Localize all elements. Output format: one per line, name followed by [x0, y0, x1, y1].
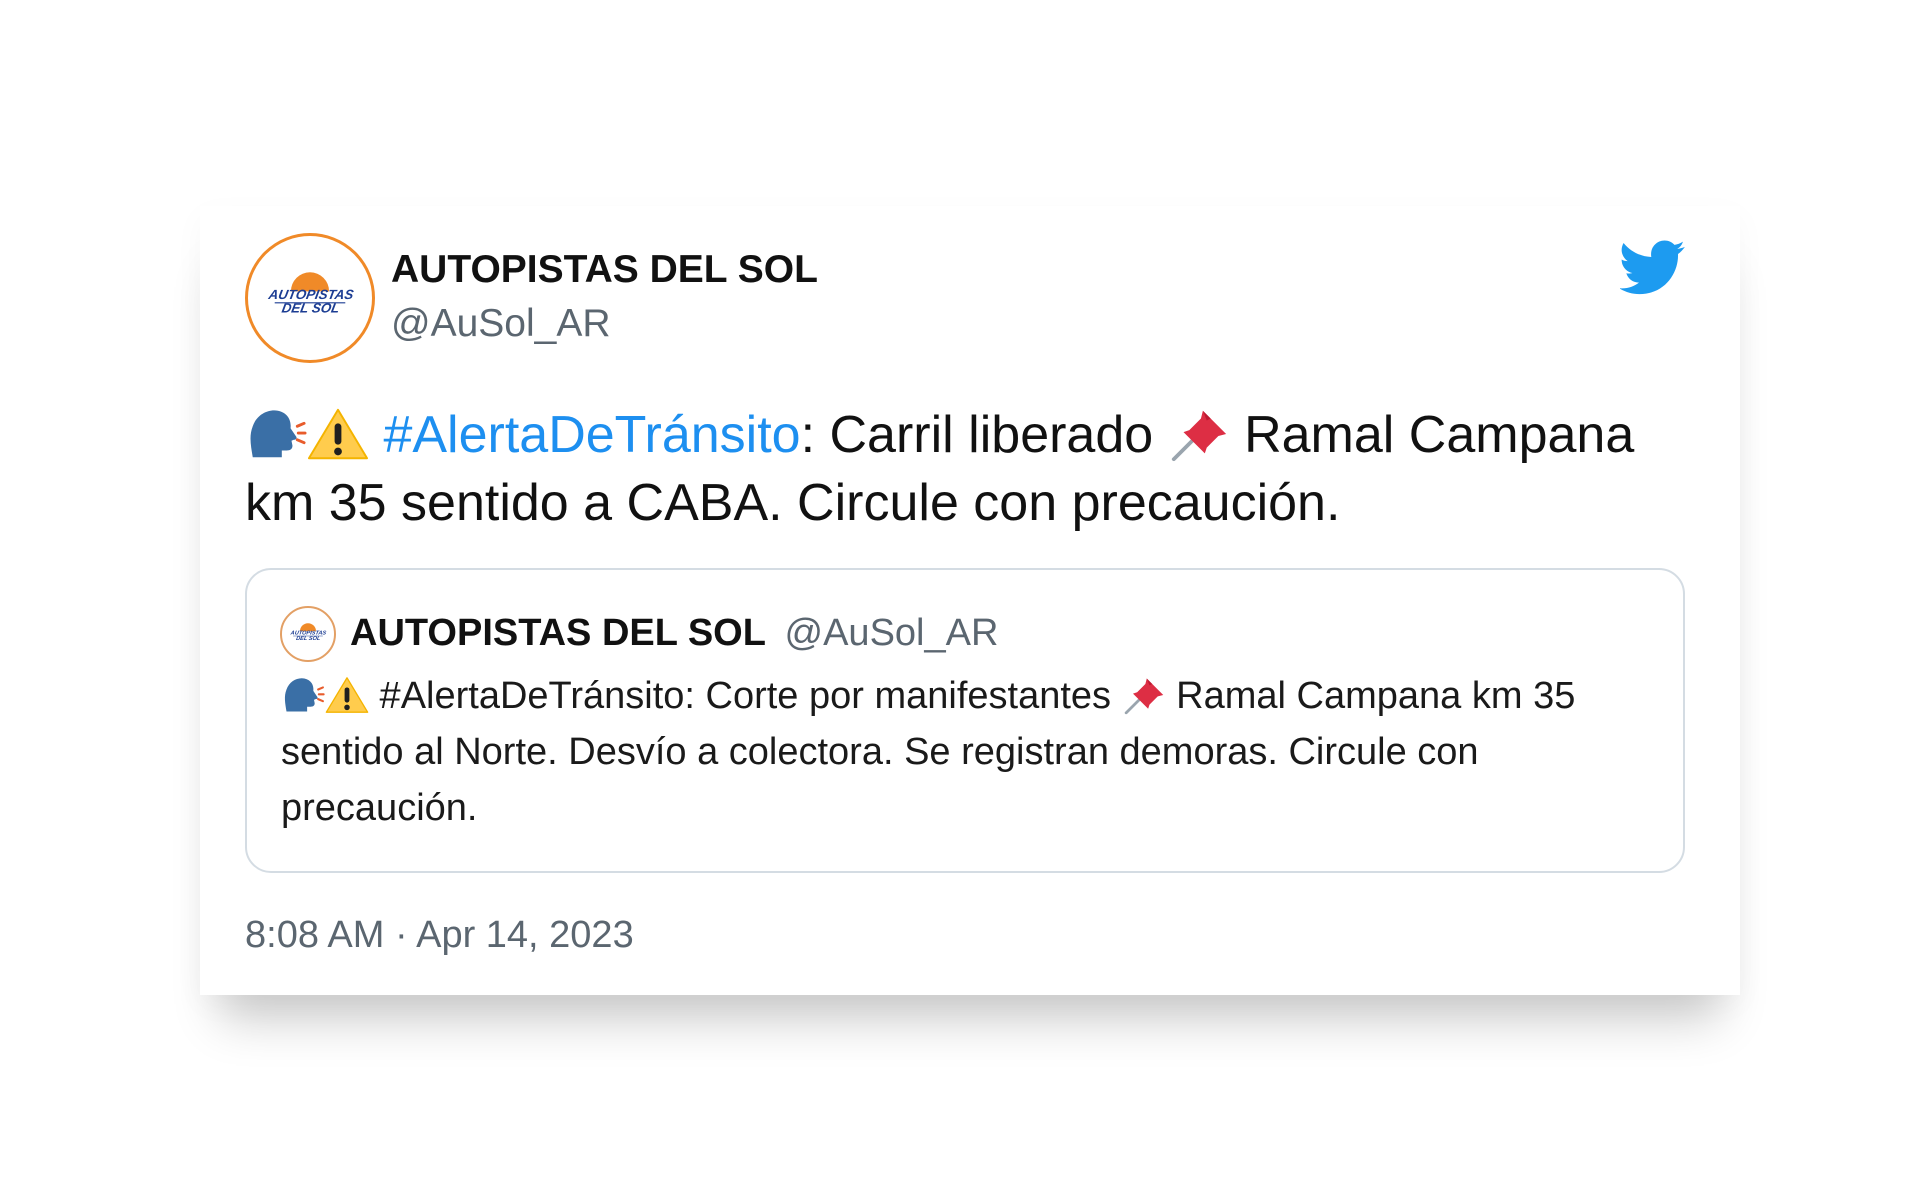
twitter-bird-icon[interactable] — [1620, 240, 1686, 296]
tweet-card: AUTOPISTAS DEL SOL @AuSol_AR #AlertaDeTr… — [200, 206, 1740, 995]
speaking-head-emoji — [281, 674, 325, 716]
handle[interactable]: @AuSol_AR — [391, 302, 611, 346]
quoted-header: AUTOPISTAS DEL SOL @AuSol_AR — [350, 612, 998, 655]
quoted-text-prefix: #AlertaDeTránsito: Corte por manifestant… — [369, 675, 1122, 717]
quoted-handle: @AuSol_AR — [784, 612, 999, 654]
quoted-text: #AlertaDeTránsito: Corte por manifestant… — [281, 668, 1671, 836]
hashtag-link[interactable]: #AlertaDeTránsito — [383, 406, 800, 464]
quoted-avatar — [280, 606, 336, 662]
tweet-text: #AlertaDeTránsito: Carril liberado Ramal… — [245, 401, 1695, 537]
speaking-head-emoji — [245, 406, 307, 462]
timestamp[interactable]: 8:08 AM · Apr 14, 2023 — [245, 914, 634, 957]
tweet-text-part1: : Carril liberado — [800, 406, 1168, 464]
autopistas-logo — [282, 608, 334, 660]
warning-emoji — [325, 674, 369, 716]
quoted-display-name: AUTOPISTAS DEL SOL — [350, 612, 766, 654]
pushpin-emoji — [1122, 674, 1166, 716]
warning-emoji — [307, 406, 369, 462]
display-name[interactable]: AUTOPISTAS DEL SOL — [391, 248, 818, 292]
avatar[interactable] — [245, 233, 375, 363]
autopistas-logo — [248, 236, 372, 360]
pushpin-emoji — [1168, 406, 1230, 462]
quoted-tweet[interactable]: AUTOPISTAS DEL SOL @AuSol_AR #AlertaDeTr… — [245, 568, 1685, 873]
